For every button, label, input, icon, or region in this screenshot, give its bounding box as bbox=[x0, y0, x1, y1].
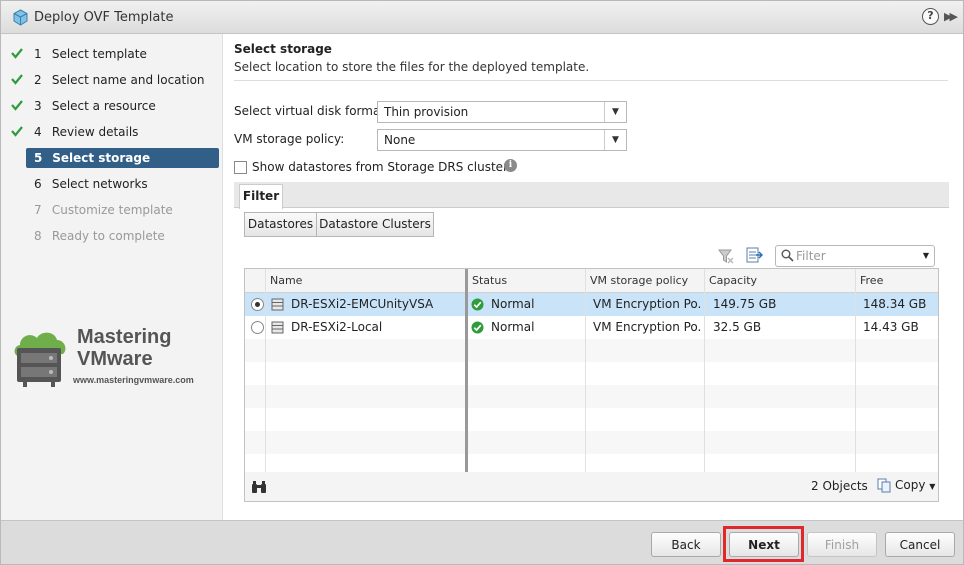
table-row[interactable]: DR-ESXi2-Local Normal VM Encryption Po..… bbox=[245, 316, 938, 339]
cloud-server-icon bbox=[14, 332, 66, 387]
filter-input[interactable] bbox=[796, 248, 914, 264]
finish-button: Finish bbox=[807, 532, 877, 557]
info-icon[interactable]: i bbox=[504, 159, 517, 172]
main-panel: Select storage Select location to store … bbox=[224, 34, 963, 520]
filter-search-box[interactable]: ▼ bbox=[775, 245, 935, 267]
object-count: 2 Objects bbox=[811, 479, 868, 493]
step-select-resource[interactable]: 3 Select a resource bbox=[26, 96, 219, 116]
expand-icon[interactable]: ▶▶ bbox=[944, 10, 958, 23]
title-bar: Deploy OVF Template ? ▶▶ bbox=[1, 1, 963, 34]
divider bbox=[234, 80, 948, 81]
status-ok-icon bbox=[471, 298, 484, 311]
logo-url: www.masteringvmware.com bbox=[73, 375, 194, 385]
deploy-ovf-dialog: Deploy OVF Template ? ▶▶ 1 Select templa… bbox=[0, 0, 964, 565]
page-title: Select storage bbox=[234, 42, 332, 56]
grid-footer: 2 Objects Copy ▼ bbox=[244, 472, 939, 502]
cell-capacity: 149.75 GB bbox=[713, 297, 777, 311]
show-drs-label: Show datastores from Storage DRS cluster… bbox=[252, 160, 515, 174]
check-icon bbox=[11, 74, 23, 85]
tab-filter[interactable]: Filter bbox=[239, 184, 283, 209]
step-ready-to-complete: 8 Ready to complete bbox=[34, 229, 165, 243]
column-header-policy[interactable]: VM storage policy bbox=[585, 269, 704, 293]
step-select-name-location[interactable]: 2 Select name and location bbox=[26, 70, 219, 90]
column-header-name[interactable]: Name bbox=[265, 269, 465, 293]
table-row[interactable]: DR-ESXi2-EMCUnityVSA Normal VM Encryptio… bbox=[245, 293, 938, 316]
cell-free: 148.34 GB bbox=[863, 297, 927, 311]
check-icon bbox=[11, 48, 23, 59]
column-divider bbox=[704, 269, 705, 479]
cell-policy: VM Encryption Po... bbox=[593, 297, 701, 311]
empty-row bbox=[245, 339, 938, 362]
column-header-free[interactable]: Free bbox=[855, 269, 938, 293]
empty-row bbox=[245, 431, 938, 454]
empty-row bbox=[245, 385, 938, 408]
column-divider bbox=[585, 269, 586, 479]
step-select-template[interactable]: 1 Select template bbox=[26, 44, 219, 64]
chevron-down-icon: ▼ bbox=[604, 102, 626, 122]
empty-row bbox=[245, 408, 938, 431]
cell-status: Normal bbox=[491, 320, 535, 334]
check-icon bbox=[11, 100, 23, 111]
datastores-toggle-button[interactable]: Datastores bbox=[244, 212, 317, 237]
column-divider bbox=[265, 269, 266, 479]
step-select-storage[interactable]: 5 Select storage bbox=[26, 148, 219, 168]
storage-policy-value: None bbox=[384, 133, 416, 147]
cell-name: DR-ESXi2-Local bbox=[291, 320, 383, 334]
empty-row bbox=[245, 362, 938, 385]
cell-policy: VM Encryption Po... bbox=[593, 320, 701, 334]
button-bar: Back Next Finish Cancel bbox=[1, 520, 963, 564]
export-icon[interactable] bbox=[746, 247, 763, 264]
chevron-down-icon: ▼ bbox=[929, 482, 936, 491]
step-select-networks[interactable]: 6 Select networks bbox=[26, 174, 219, 194]
datastore-icon bbox=[271, 321, 284, 334]
window-title: Deploy OVF Template bbox=[34, 10, 174, 25]
logo-text-vmware: VMware bbox=[77, 348, 153, 370]
cell-status: Normal bbox=[491, 297, 535, 311]
back-button[interactable]: Back bbox=[651, 532, 721, 557]
column-divider bbox=[855, 269, 856, 479]
check-icon bbox=[11, 126, 23, 137]
cell-name: DR-ESXi2-EMCUnityVSA bbox=[291, 297, 434, 311]
disk-format-label: Select virtual disk format: bbox=[234, 104, 390, 118]
logo-text-mastering: Mastering bbox=[77, 326, 172, 348]
chevron-down-icon[interactable]: ▼ bbox=[923, 251, 929, 260]
disk-format-select[interactable]: Thin provision ▼ bbox=[377, 101, 627, 123]
frozen-column-splitter[interactable] bbox=[465, 269, 468, 479]
show-drs-checkbox[interactable] bbox=[234, 161, 247, 174]
help-icon[interactable]: ? bbox=[922, 8, 939, 25]
status-ok-icon bbox=[471, 321, 484, 334]
row-radio[interactable] bbox=[251, 298, 264, 311]
next-button-highlight bbox=[723, 526, 804, 562]
cell-free: 14.43 GB bbox=[863, 320, 919, 334]
column-header-capacity[interactable]: Capacity bbox=[704, 269, 855, 293]
column-header-status[interactable]: Status bbox=[467, 269, 585, 293]
step-customize-template: 7 Customize template bbox=[34, 203, 173, 217]
storage-policy-label: VM storage policy: bbox=[234, 132, 345, 146]
datastore-clusters-toggle-button[interactable]: Datastore Clusters bbox=[316, 212, 434, 237]
datastore-icon bbox=[271, 298, 284, 311]
page-subtitle: Select location to store the files for t… bbox=[234, 60, 590, 74]
step-review-details[interactable]: 4 Review details bbox=[26, 122, 219, 142]
disk-format-value: Thin provision bbox=[384, 105, 469, 119]
grid-header: Name Status VM storage policy Capacity F… bbox=[245, 269, 938, 293]
clear-filter-icon[interactable] bbox=[718, 248, 734, 264]
filter-tabbar: Filter bbox=[234, 182, 949, 209]
storage-policy-select[interactable]: None ▼ bbox=[377, 129, 627, 151]
copy-menu-button[interactable]: Copy ▼ bbox=[895, 478, 935, 492]
cell-capacity: 32.5 GB bbox=[713, 320, 762, 334]
copy-icon[interactable] bbox=[877, 478, 891, 493]
binoculars-icon[interactable] bbox=[251, 480, 267, 494]
ovf-package-icon bbox=[13, 9, 28, 26]
cancel-button[interactable]: Cancel bbox=[885, 532, 955, 557]
row-radio[interactable] bbox=[251, 321, 264, 334]
search-icon bbox=[781, 249, 794, 262]
mastering-vmware-logo: Mastering VMware www.masteringvmware.com bbox=[11, 326, 221, 390]
chevron-down-icon: ▼ bbox=[604, 130, 626, 150]
wizard-steps-sidebar: 1 Select template 2 Select name and loca… bbox=[1, 34, 223, 520]
datastore-grid: Name Status VM storage policy Capacity F… bbox=[244, 268, 939, 502]
